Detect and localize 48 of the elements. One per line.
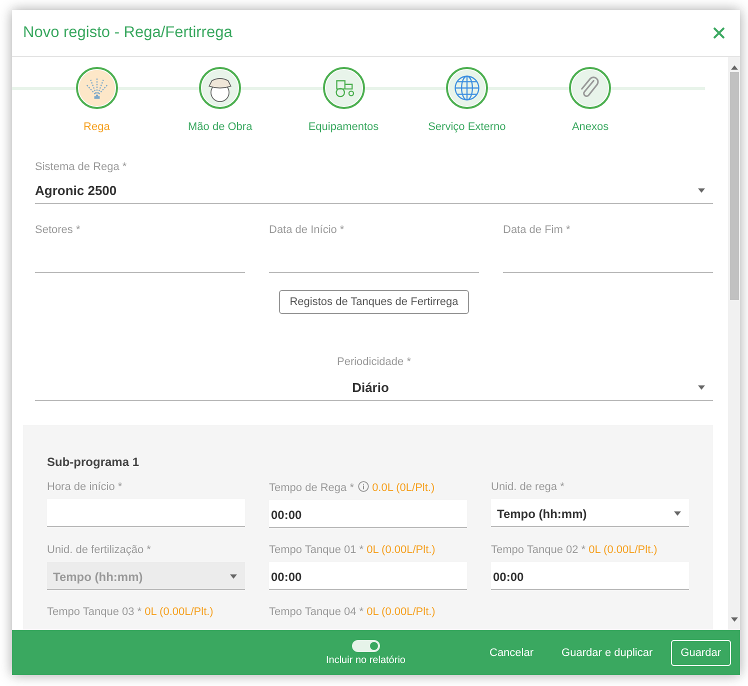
field-label: Tempo Tanque 03 * 0L (0.00L/Plt.) <box>47 606 214 618</box>
caret-icon <box>674 511 681 516</box>
info-icon[interactable] <box>358 481 369 492</box>
field-label: Data de Fim * <box>503 224 572 236</box>
close-button[interactable] <box>712 26 726 40</box>
hat-figure-icon <box>201 69 240 107</box>
tractor-icon <box>324 69 363 107</box>
periodicity-select[interactable]: Diário <box>35 374 713 401</box>
toggle-switch[interactable] <box>352 640 380 652</box>
select-field: Tempo (hh:mm) <box>47 562 245 590</box>
section-title: Sub-programa 1 <box>47 455 140 469</box>
field-label: Hora de início * <box>47 481 124 493</box>
footer-button[interactable]: Cancelar <box>480 640 544 666</box>
caret-icon <box>698 188 705 192</box>
field-label: Tempo de Rega * 0.0L (0L/Plt.) <box>269 481 436 494</box>
sprinkler-icon <box>78 69 116 107</box>
irrigation-system-select[interactable]: Agronic 2500 <box>35 177 713 204</box>
step-tab[interactable]: Anexos <box>528 67 652 133</box>
field-label: Tempo Tanque 02 * 0L (0.00L/Plt.) <box>491 544 658 556</box>
field-label: Unid. de rega * <box>491 481 566 493</box>
step-tab[interactable]: Mão de Obra <box>158 67 282 133</box>
select-field[interactable]: Tempo (hh:mm) <box>491 499 689 527</box>
scrollbar-thumb[interactable] <box>730 72 738 300</box>
field-label: Periodicidade * <box>336 356 412 368</box>
input-field[interactable]: 00:00 <box>269 562 467 590</box>
scroll-up-icon[interactable] <box>730 65 738 70</box>
caret-icon <box>698 384 705 390</box>
step-tab[interactable]: Rega <box>35 67 158 133</box>
scroll-down-icon[interactable] <box>730 617 738 622</box>
toggle-label: Incluir no relatório <box>326 655 406 666</box>
paperclip-icon <box>571 69 610 107</box>
footer-button[interactable]: Guardar e duplicar <box>552 640 663 666</box>
step-tab[interactable]: Serviço Externo <box>405 67 529 133</box>
field-label: Sistema de Rega * <box>35 161 128 173</box>
field-label: Tempo Tanque 01 * 0L (0.00L/Plt.) <box>269 544 436 556</box>
field-label: Unid. de fertilização * <box>47 544 152 556</box>
caret-icon <box>230 574 237 579</box>
field-label: Data de Início * <box>269 224 346 236</box>
globe-icon <box>448 69 486 107</box>
input-field[interactable]: 00:00 <box>269 500 467 528</box>
field-label: Setores * <box>35 224 82 236</box>
save-button[interactable]: Guardar <box>670 640 731 666</box>
field-label: Tempo Tanque 04 * 0L (0.00L/Plt.) <box>269 606 436 618</box>
input-field[interactable]: 00:00 <box>491 562 689 590</box>
dialog-title: Novo registo - Rega/Fertirrega <box>23 24 232 42</box>
tank-records-button[interactable]: Registos de Tanques de Fertirrega <box>278 290 470 314</box>
input-field[interactable] <box>47 499 245 527</box>
step-tab[interactable]: Equipamentos <box>282 67 406 133</box>
